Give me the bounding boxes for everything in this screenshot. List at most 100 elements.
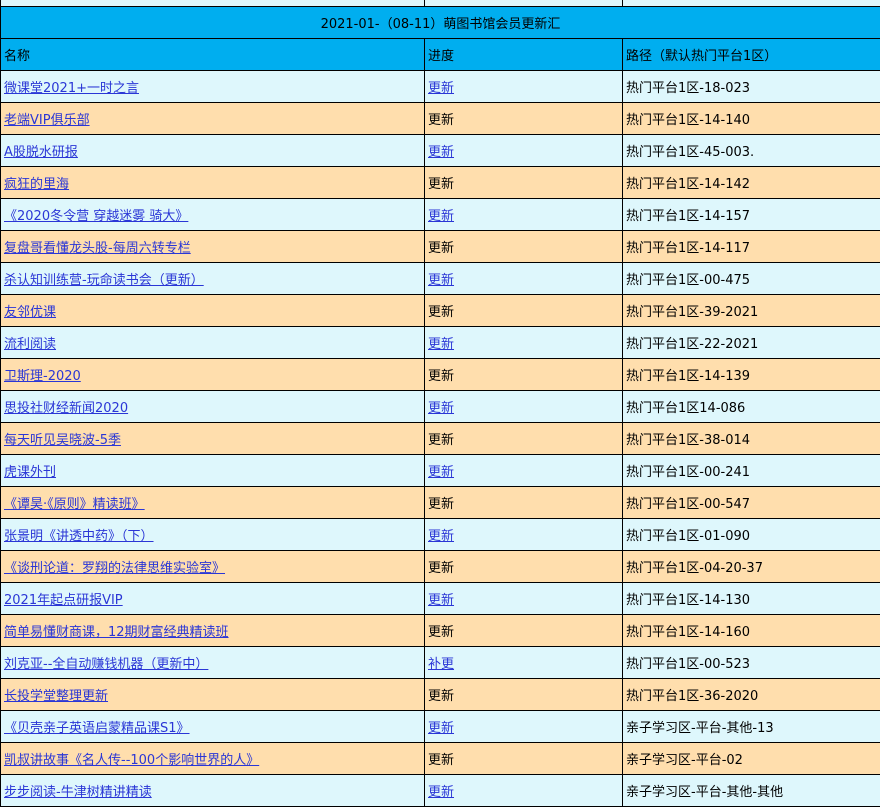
- path-cell: 热门平台1区-14-157: [622, 198, 880, 231]
- table-row: 简单易懂财商课，12期财富经典精读班 更新 热门平台1区-14-160: [0, 614, 880, 647]
- title-link[interactable]: 《贝壳亲子英语启蒙精品课S1》: [4, 721, 190, 736]
- progress-cell: 更新: [424, 422, 623, 455]
- progress-link[interactable]: 更新: [428, 81, 454, 96]
- table-row: 《2020冬令营 穿越迷雾 骑大》 更新 热门平台1区-14-157: [0, 198, 880, 231]
- table-row: 思投社财经新闻2020 更新 热门平台1区14-086: [0, 390, 880, 423]
- progress-cell: 更新: [424, 230, 623, 263]
- table-row: 微课堂2021+一时之言 更新 热门平台1区-18-023: [0, 70, 880, 103]
- progress-cell: 更新: [424, 518, 623, 551]
- title-link[interactable]: 《谈刑论道：罗翔的法律思维实验室》: [4, 561, 225, 576]
- progress-link[interactable]: 更新: [428, 209, 454, 224]
- progress-cell: 更新: [424, 678, 623, 711]
- progress-cell: 更新: [424, 710, 623, 743]
- progress-text: 更新: [428, 753, 455, 768]
- table-body: 2021-01-（08-11）萌图书馆会员更新汇 名称 进度 路径（默认热门平台…: [0, 0, 880, 807]
- title-link[interactable]: 张景明《讲透中药》（下）: [4, 529, 154, 544]
- name-cell: 张景明《讲透中药》（下）: [0, 518, 425, 551]
- name-cell: 友邻优课: [0, 294, 425, 327]
- progress-cell: 更新: [424, 774, 623, 807]
- progress-text: 更新: [428, 305, 455, 320]
- title-link[interactable]: 《2020冬令营 穿越迷雾 骑大》: [4, 209, 188, 224]
- title-link[interactable]: 疯狂的里海: [4, 177, 69, 192]
- progress-link[interactable]: 补更: [428, 657, 454, 672]
- progress-cell: 更新: [424, 198, 623, 231]
- header-progress: 进度: [424, 38, 623, 71]
- table-row: 每天听见吴晓波-5季 更新 热门平台1区-38-014: [0, 422, 880, 455]
- progress-cell: 更新: [424, 102, 623, 135]
- path-cell: 热门平台1区-04-20-37: [622, 550, 880, 583]
- title-link[interactable]: 刘克亚--全自动赚钱机器（更新中）: [4, 657, 208, 672]
- table-row: 张景明《讲透中药》（下） 更新 热门平台1区-01-090: [0, 518, 880, 551]
- name-cell: 《谈刑论道：罗翔的法律思维实验室》: [0, 550, 425, 583]
- path-cell: 热门平台1区-14-160: [622, 614, 880, 647]
- path-cell: 亲子学习区-平台-其他-13: [622, 710, 880, 743]
- progress-link[interactable]: 更新: [428, 145, 454, 160]
- path-cell: 热门平台1区14-086: [622, 390, 880, 423]
- table-row: 虎课外刊 更新 热门平台1区-00-241: [0, 454, 880, 487]
- title-link[interactable]: 卫斯理-2020: [4, 369, 81, 384]
- path-cell: 热门平台1区-00-241: [622, 454, 880, 487]
- member-update-table: 2021-01-（08-11）萌图书馆会员更新汇 名称 进度 路径（默认热门平台…: [0, 0, 880, 807]
- name-cell: 2021年起点研报VIP: [0, 582, 425, 615]
- path-cell: 热门平台1区-14-130: [622, 582, 880, 615]
- progress-link[interactable]: 更新: [428, 273, 454, 288]
- title-link[interactable]: 长投学堂整理更新: [4, 689, 108, 704]
- name-cell: 流利阅读: [0, 326, 425, 359]
- title-link[interactable]: 2021年起点研报VIP: [4, 593, 123, 608]
- name-cell: 每天听见吴晓波-5季: [0, 422, 425, 455]
- title-link[interactable]: 《谭昊·《原则》精读班》: [4, 497, 145, 512]
- title-link[interactable]: 复盘哥看懂龙头股-每周六转专栏: [4, 241, 191, 256]
- path-cell: 热门平台1区-00-547: [622, 486, 880, 519]
- progress-link[interactable]: 更新: [428, 401, 454, 416]
- progress-text: 更新: [428, 113, 455, 128]
- title-link[interactable]: 虎课外刊: [4, 465, 56, 480]
- name-cell: 《谭昊·《原则》精读班》: [0, 486, 425, 519]
- title-link[interactable]: 步步阅读-牛津树精讲精读: [4, 785, 152, 800]
- header-row: 名称 进度 路径（默认热门平台1区）: [0, 38, 880, 71]
- progress-cell: 更新: [424, 486, 623, 519]
- progress-cell: 更新: [424, 294, 623, 327]
- path-cell: 热门平台1区-14-139: [622, 358, 880, 391]
- title-link[interactable]: 每天听见吴晓波-5季: [4, 433, 121, 448]
- progress-link[interactable]: 更新: [428, 529, 454, 544]
- table-row: 步步阅读-牛津树精讲精读 更新 亲子学习区-平台-其他-其他: [0, 774, 880, 807]
- progress-text: 更新: [428, 433, 455, 448]
- path-cell: 热门平台1区-00-475: [622, 262, 880, 295]
- title-link[interactable]: 老端VIP俱乐部: [4, 113, 90, 128]
- table-row: A股脱水研报 更新 热门平台1区-45-003.: [0, 134, 880, 167]
- progress-link[interactable]: 更新: [428, 721, 454, 736]
- progress-text: 更新: [428, 561, 455, 576]
- header-name: 名称: [0, 38, 425, 71]
- title-link[interactable]: A股脱水研报: [4, 145, 78, 160]
- path-cell: 热门平台1区-39-2021: [622, 294, 880, 327]
- title-link[interactable]: 友邻优课: [4, 305, 56, 320]
- table-title: 2021-01-（08-11）萌图书馆会员更新汇: [0, 6, 880, 39]
- path-cell: 热门平台1区-45-003.: [622, 134, 880, 167]
- path-cell: 热门平台1区-00-523: [622, 646, 880, 679]
- title-link[interactable]: 简单易懂财商课，12期财富经典精读班: [4, 625, 229, 640]
- title-link[interactable]: 流利阅读: [4, 337, 56, 352]
- name-cell: 简单易懂财商课，12期财富经典精读班: [0, 614, 425, 647]
- title-link[interactable]: 思投社财经新闻2020: [4, 401, 128, 416]
- table-row: 长投学堂整理更新 更新 热门平台1区-36-2020: [0, 678, 880, 711]
- progress-cell: 更新: [424, 262, 623, 295]
- progress-link[interactable]: 更新: [428, 593, 454, 608]
- progress-cell: 更新: [424, 358, 623, 391]
- progress-text: 更新: [428, 625, 455, 640]
- title-link[interactable]: 凯叔讲故事《名人传--100个影响世界的人》: [4, 753, 259, 768]
- table-row: 2021年起点研报VIP 更新 热门平台1区-14-130: [0, 582, 880, 615]
- title-link[interactable]: 杀认知训练营-玩命读书会（更新）: [4, 273, 204, 288]
- table-row: 《谈刑论道：罗翔的法律思维实验室》 更新 热门平台1区-04-20-37: [0, 550, 880, 583]
- progress-cell: 更新: [424, 614, 623, 647]
- progress-link[interactable]: 更新: [428, 785, 454, 800]
- table-row: 复盘哥看懂龙头股-每周六转专栏 更新 热门平台1区-14-117: [0, 230, 880, 263]
- table-row: 刘克亚--全自动赚钱机器（更新中） 补更 热门平台1区-00-523: [0, 646, 880, 679]
- progress-link[interactable]: 更新: [428, 465, 454, 480]
- progress-link[interactable]: 更新: [428, 337, 454, 352]
- path-cell: 亲子学习区-平台-02: [622, 742, 880, 775]
- path-cell: 亲子学习区-平台-其他-其他: [622, 774, 880, 807]
- progress-text: 更新: [428, 241, 455, 256]
- progress-cell: 更新: [424, 582, 623, 615]
- title-link[interactable]: 微课堂2021+一时之言: [4, 81, 139, 96]
- path-cell: 热门平台1区-38-014: [622, 422, 880, 455]
